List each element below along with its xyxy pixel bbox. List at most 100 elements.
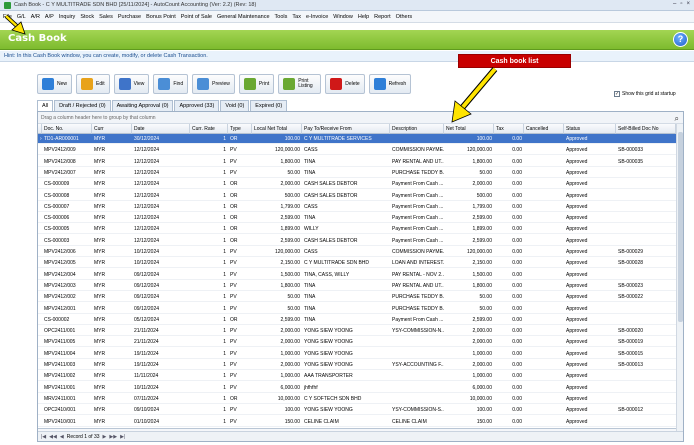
tab-awaiting[interactable]: Awaiting Approval (0) <box>111 100 174 111</box>
table-row[interactable]: MPV2411/003 MYR 19/11/2024 1 PV 2,000.00 YONG … <box>38 360 676 370</box>
show-grid-checkbox[interactable]: ✓ Show this grid at startup <box>614 91 676 97</box>
column-header-cancelled[interactable]: Cancelled <box>524 124 564 134</box>
tab-all[interactable]: All <box>37 100 54 111</box>
column-header-date[interactable]: Date <box>132 124 190 134</box>
table-cell: MPV2412/006 <box>44 249 76 255</box>
table-row[interactable]: MPV2411/001 MYR 10/11/2024 1 PV 6,000.00 jhfhf… <box>38 383 676 393</box>
table-row[interactable]: MPV2411/005 MYR 21/11/2024 1 PV 2,000.00 YONG … <box>38 337 676 348</box>
delete-button[interactable]: Delete <box>325 74 365 94</box>
toolbar-label: Refresh <box>388 80 407 87</box>
row-indicator-header <box>38 124 42 134</box>
table-row[interactable]: MPV2412/005 MYR 10/12/2024 1 PV 2,150.00 C Y M… <box>38 258 676 269</box>
checkbox-box[interactable]: ✓ <box>614 91 620 97</box>
vertical-scrollbar[interactable] <box>676 124 683 431</box>
table-row[interactable]: MPV2412/008 MYR 12/12/2024 1 PV 1,800.00 TINA P… <box>38 157 676 167</box>
menu-item-stock[interactable]: Stock <box>80 14 94 20</box>
menu-item-report[interactable]: Report <box>374 14 391 20</box>
table-row[interactable]: MPV2412/001 MYR 09/12/2024 1 PV 50.00 TINA PURC… <box>38 304 676 314</box>
tab-void[interactable]: Void (0) <box>220 100 250 111</box>
column-header-type[interactable]: Type <box>228 124 252 134</box>
view-button[interactable]: View <box>113 74 150 94</box>
table-row[interactable]: MPV2412/007 MYR 12/12/2024 1 PV 50.00 TINA PURC… <box>38 168 676 178</box>
table-row[interactable]: OPC2411/001 MYR 21/11/2024 1 PV 2,000.00 YONG … <box>38 326 676 337</box>
scroll-thumb[interactable] <box>678 132 683 322</box>
column-header-curr[interactable]: Curr <box>92 124 132 134</box>
column-header-curr-rate[interactable]: Curr. Rate <box>190 124 228 134</box>
table-row[interactable]: MPV2412/006 MYR 10/12/2024 1 PV 120,000.00 CAS… <box>38 247 676 257</box>
table-row[interactable]: CS-000007 MYR 12/12/2024 1 OR 1,799.00 CASS Pay… <box>38 202 676 212</box>
menu-item-point-of-sale[interactable]: Point of Sale <box>181 14 212 20</box>
print-button[interactable]: Print <box>238 74 275 94</box>
tab-expired[interactable]: Expired (0) <box>250 100 288 111</box>
menu-item-bonus-point[interactable]: Bonus Point <box>146 14 176 20</box>
cash-book-grid[interactable]: Drag a column header here to group by th… <box>37 111 684 442</box>
table-row[interactable]: MPV2411/004 MYR 19/11/2024 1 PV 1,000.00 YONG … <box>38 349 676 359</box>
menu-item-e-invoice[interactable]: e-Invoice <box>306 14 328 20</box>
table-row[interactable]: CS-000006 MYR 12/12/2024 1 OR 2,599.00 TINA Pay… <box>38 213 676 224</box>
menu-item-window[interactable]: Window <box>333 14 353 20</box>
table-cell: 150.00 <box>284 418 300 425</box>
menu-item-tax[interactable]: Tax <box>292 14 301 20</box>
table-row[interactable]: CS-000003 MYR 12/12/2024 1 OR 2,599.00 CASH SA… <box>38 236 676 246</box>
table-row[interactable]: MPV2410/001 MYR 01/10/2024 1 PV 150.00 CELINE … <box>38 417 676 427</box>
menu-item-general-maintenance[interactable]: General Maintenance <box>217 14 270 20</box>
table-row[interactable]: CS-000009 MYR 12/12/2024 1 OR 2,000.00 CASH SA… <box>38 179 676 190</box>
table-cell: 1 <box>223 282 226 289</box>
column-header-tax[interactable]: Tax <box>494 124 524 134</box>
menu-item-tools[interactable]: Tools <box>275 14 288 20</box>
column-header-doc-no[interactable]: Doc. No. <box>42 124 92 134</box>
column-header-net-total[interactable]: Net Total <box>444 124 494 134</box>
table-cell: SB-000019 <box>618 339 644 346</box>
table-row[interactable]: CS-000008 MYR 12/12/2024 1 OR 500.00 CASH SALE… <box>38 191 676 201</box>
menu-item-a-r[interactable]: A/R <box>31 14 40 20</box>
table-cell: OR <box>230 226 238 233</box>
nav-button-1[interactable]: ◀◀ <box>49 432 57 441</box>
table-row[interactable]: MPV2411/002 MYR 11/11/2024 1 PV 1,000.00 AAA T… <box>38 371 676 382</box>
nav-button-5[interactable]: ▶| <box>120 432 125 441</box>
menu-item-g-l[interactable]: G/L <box>17 14 26 20</box>
table-row[interactable]: CS-000005 MYR 12/12/2024 1 OR 1,899.00 WILLY Pa… <box>38 224 676 235</box>
table-row[interactable]: MPV2412/009 MYR 12/12/2024 1 PV 120,000.00 CAS… <box>38 145 676 156</box>
refresh-button[interactable]: Refresh <box>368 74 412 94</box>
find-button[interactable]: Find <box>153 74 189 94</box>
tab-approved[interactable]: Approved (33) <box>174 100 220 111</box>
maximize-button[interactable]: ▫ <box>680 1 682 7</box>
menu-item-file[interactable]: File <box>3 14 12 20</box>
help-icon[interactable]: ? <box>673 32 688 47</box>
edit-button[interactable]: Edit <box>76 74 110 94</box>
table-cell <box>524 371 564 381</box>
table-row[interactable]: OPC2410/001 MYR 09/10/2024 1 PV 100.00 YONG SI… <box>38 405 676 416</box>
table-row[interactable]: MPV2412/004 MYR 09/12/2024 1 PV 1,500.00 TINA,… <box>38 270 676 280</box>
close-button[interactable]: × <box>686 1 690 7</box>
group-panel[interactable]: Drag a column header here to group by th… <box>38 112 683 124</box>
new-button[interactable]: New <box>37 74 73 94</box>
menu-item-sales[interactable]: Sales <box>99 14 113 20</box>
menu-item-inquiry[interactable]: Inquiry <box>59 14 76 20</box>
minimize-button[interactable]: – <box>673 1 676 7</box>
menu-item-others[interactable]: Others <box>396 14 413 20</box>
menu-item-help[interactable]: Help <box>358 14 369 20</box>
print-listing-button[interactable]: Print Listing <box>278 74 322 94</box>
preview-button[interactable]: Preview <box>192 74 235 94</box>
menu-item-purchase[interactable]: Purchase <box>118 14 141 20</box>
table-cell: 500.00 <box>476 192 492 199</box>
table-cell: MYR <box>94 328 106 335</box>
column-header-self-billed-doc-no[interactable]: Self-Billed Doc No <box>616 124 676 134</box>
column-header-pay-to-receive-from[interactable]: Pay To/Receive From <box>302 124 390 134</box>
table-row[interactable]: › TD1-AR000001 MYR 30/12/2024 1 OR 100.00 C Y M… <box>38 134 676 144</box>
column-header-description[interactable]: Description <box>390 124 444 134</box>
column-header-status[interactable]: Status <box>564 124 616 134</box>
table-row[interactable]: MRV2411/001 MYR 07/11/2024 1 OR 10,000.00 C Y … <box>38 394 676 404</box>
table-row[interactable]: CS-000002 MYR 05/12/2024 1 OR 2,599.00 TINA Pay… <box>38 315 676 325</box>
table-cell: PV <box>230 362 237 368</box>
column-header-local-net-total[interactable]: Local Net Total <box>252 124 302 134</box>
nav-button-0[interactable]: |◀ <box>41 432 46 441</box>
nav-button-3[interactable]: ▶ <box>103 432 107 441</box>
tab-draft[interactable]: Draft / Rejected (0) <box>54 100 111 111</box>
table-cell: Approved <box>566 373 588 380</box>
table-row[interactable]: MPV2412/003 MYR 09/12/2024 1 PV 1,800.00 TINA P… <box>38 281 676 291</box>
menu-item-a-p[interactable]: A/P <box>45 14 54 20</box>
nav-button-4[interactable]: ▶▶ <box>109 432 117 441</box>
table-row[interactable]: MPV2412/002 MYR 09/12/2024 1 PV 50.00 TINA PURC… <box>38 292 676 303</box>
nav-button-2[interactable]: ◀ <box>60 432 64 441</box>
